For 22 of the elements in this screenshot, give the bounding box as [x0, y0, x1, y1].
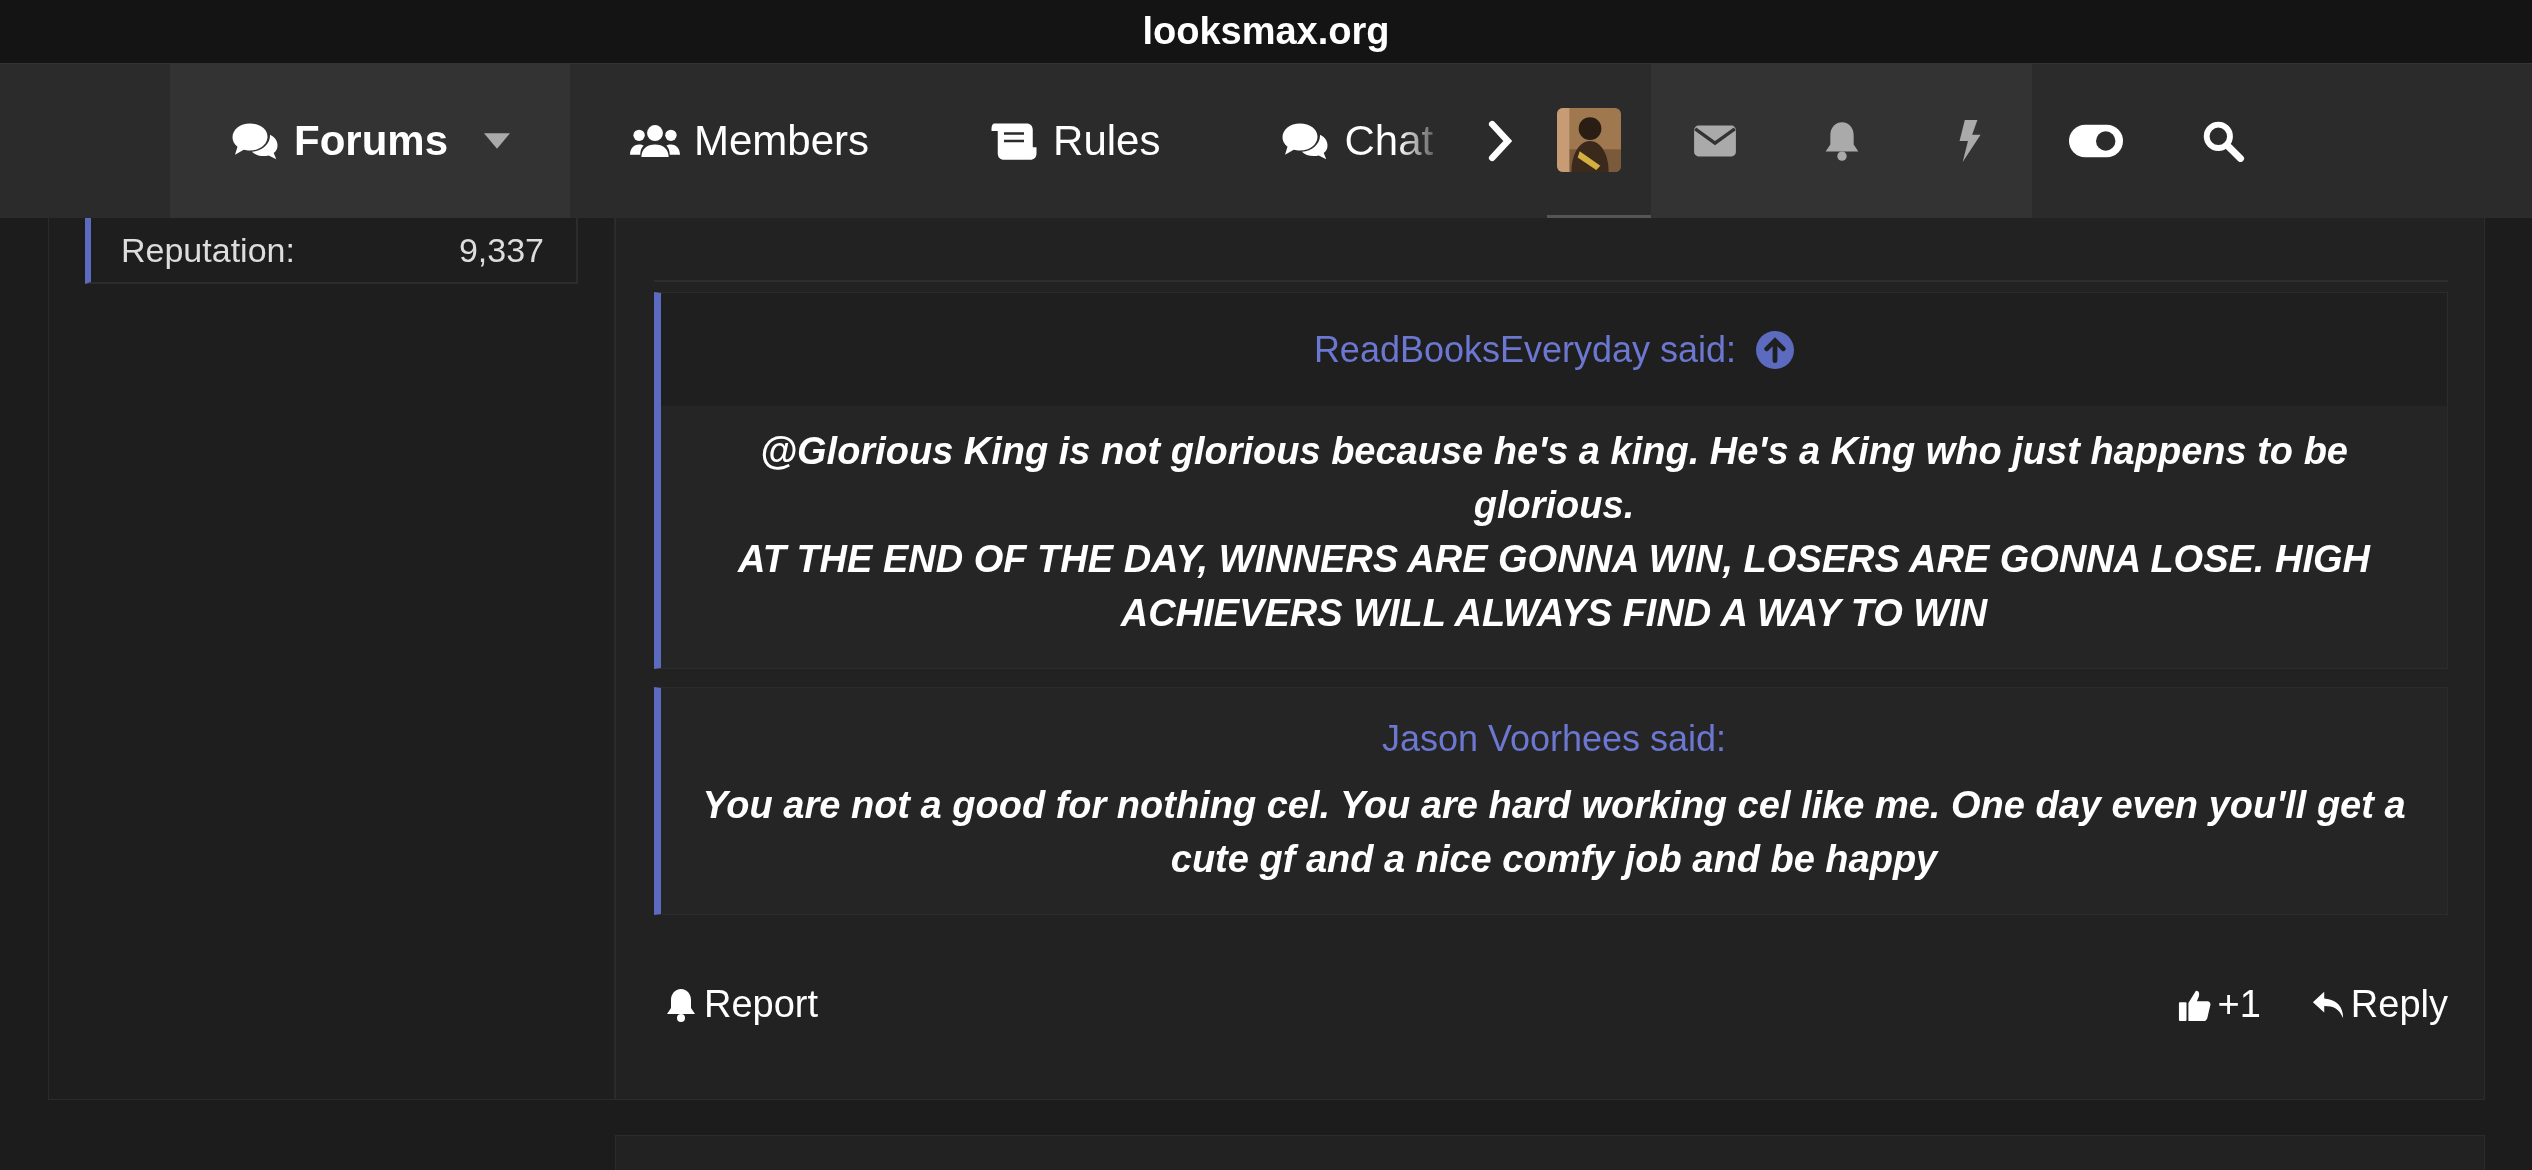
chevron-right-icon[interactable] — [1487, 118, 1514, 164]
reply-link[interactable]: Reply — [2310, 983, 2448, 1026]
quote-author[interactable]: ReadBooksEveryday said: — [1313, 328, 1737, 371]
nav-tab[interactable]: Forums — [170, 64, 570, 218]
quote-text: You are not a good for nothing cel. You are hard working cel like me. One day even you'll get a cute gf and a nice comfy job and be happy — [701, 783, 2407, 882]
chat-icon — [230, 121, 280, 161]
report-link[interactable]: Report — [664, 983, 819, 1026]
nav-tab[interactable]: Chat — [1220, 64, 1454, 218]
like-button[interactable]: +1 — [2177, 983, 2261, 1026]
bell-icon — [664, 986, 698, 1023]
site-address: looksmax.org — [1142, 10, 1390, 53]
mail-button[interactable] — [1651, 64, 1779, 218]
quote-text: @Glorious King is not glorious because he's a king. He's a King who just happens to be glorious. — [759, 429, 2349, 528]
arrow-up-icon[interactable] — [1756, 330, 1795, 369]
quote-author[interactable]: Jason Voorhees said: — [1381, 718, 1727, 760]
stat-label: Reputation: — [121, 230, 295, 270]
scroll-icon — [989, 121, 1040, 161]
caret-icon — [484, 133, 510, 149]
quote-text: AT THE END OF THE DAY, WINNERS ARE GONNA WIN, LOSERS ARE GONNA LOSE. HIGH ACHIEVERS WILL ALWAYS FIND A WAY TO WIN — [736, 537, 2372, 636]
nav-tab[interactable]: Rules — [929, 64, 1221, 218]
nav-tab[interactable]: Members — [570, 64, 930, 218]
stat-value: 9,337 — [458, 230, 544, 270]
